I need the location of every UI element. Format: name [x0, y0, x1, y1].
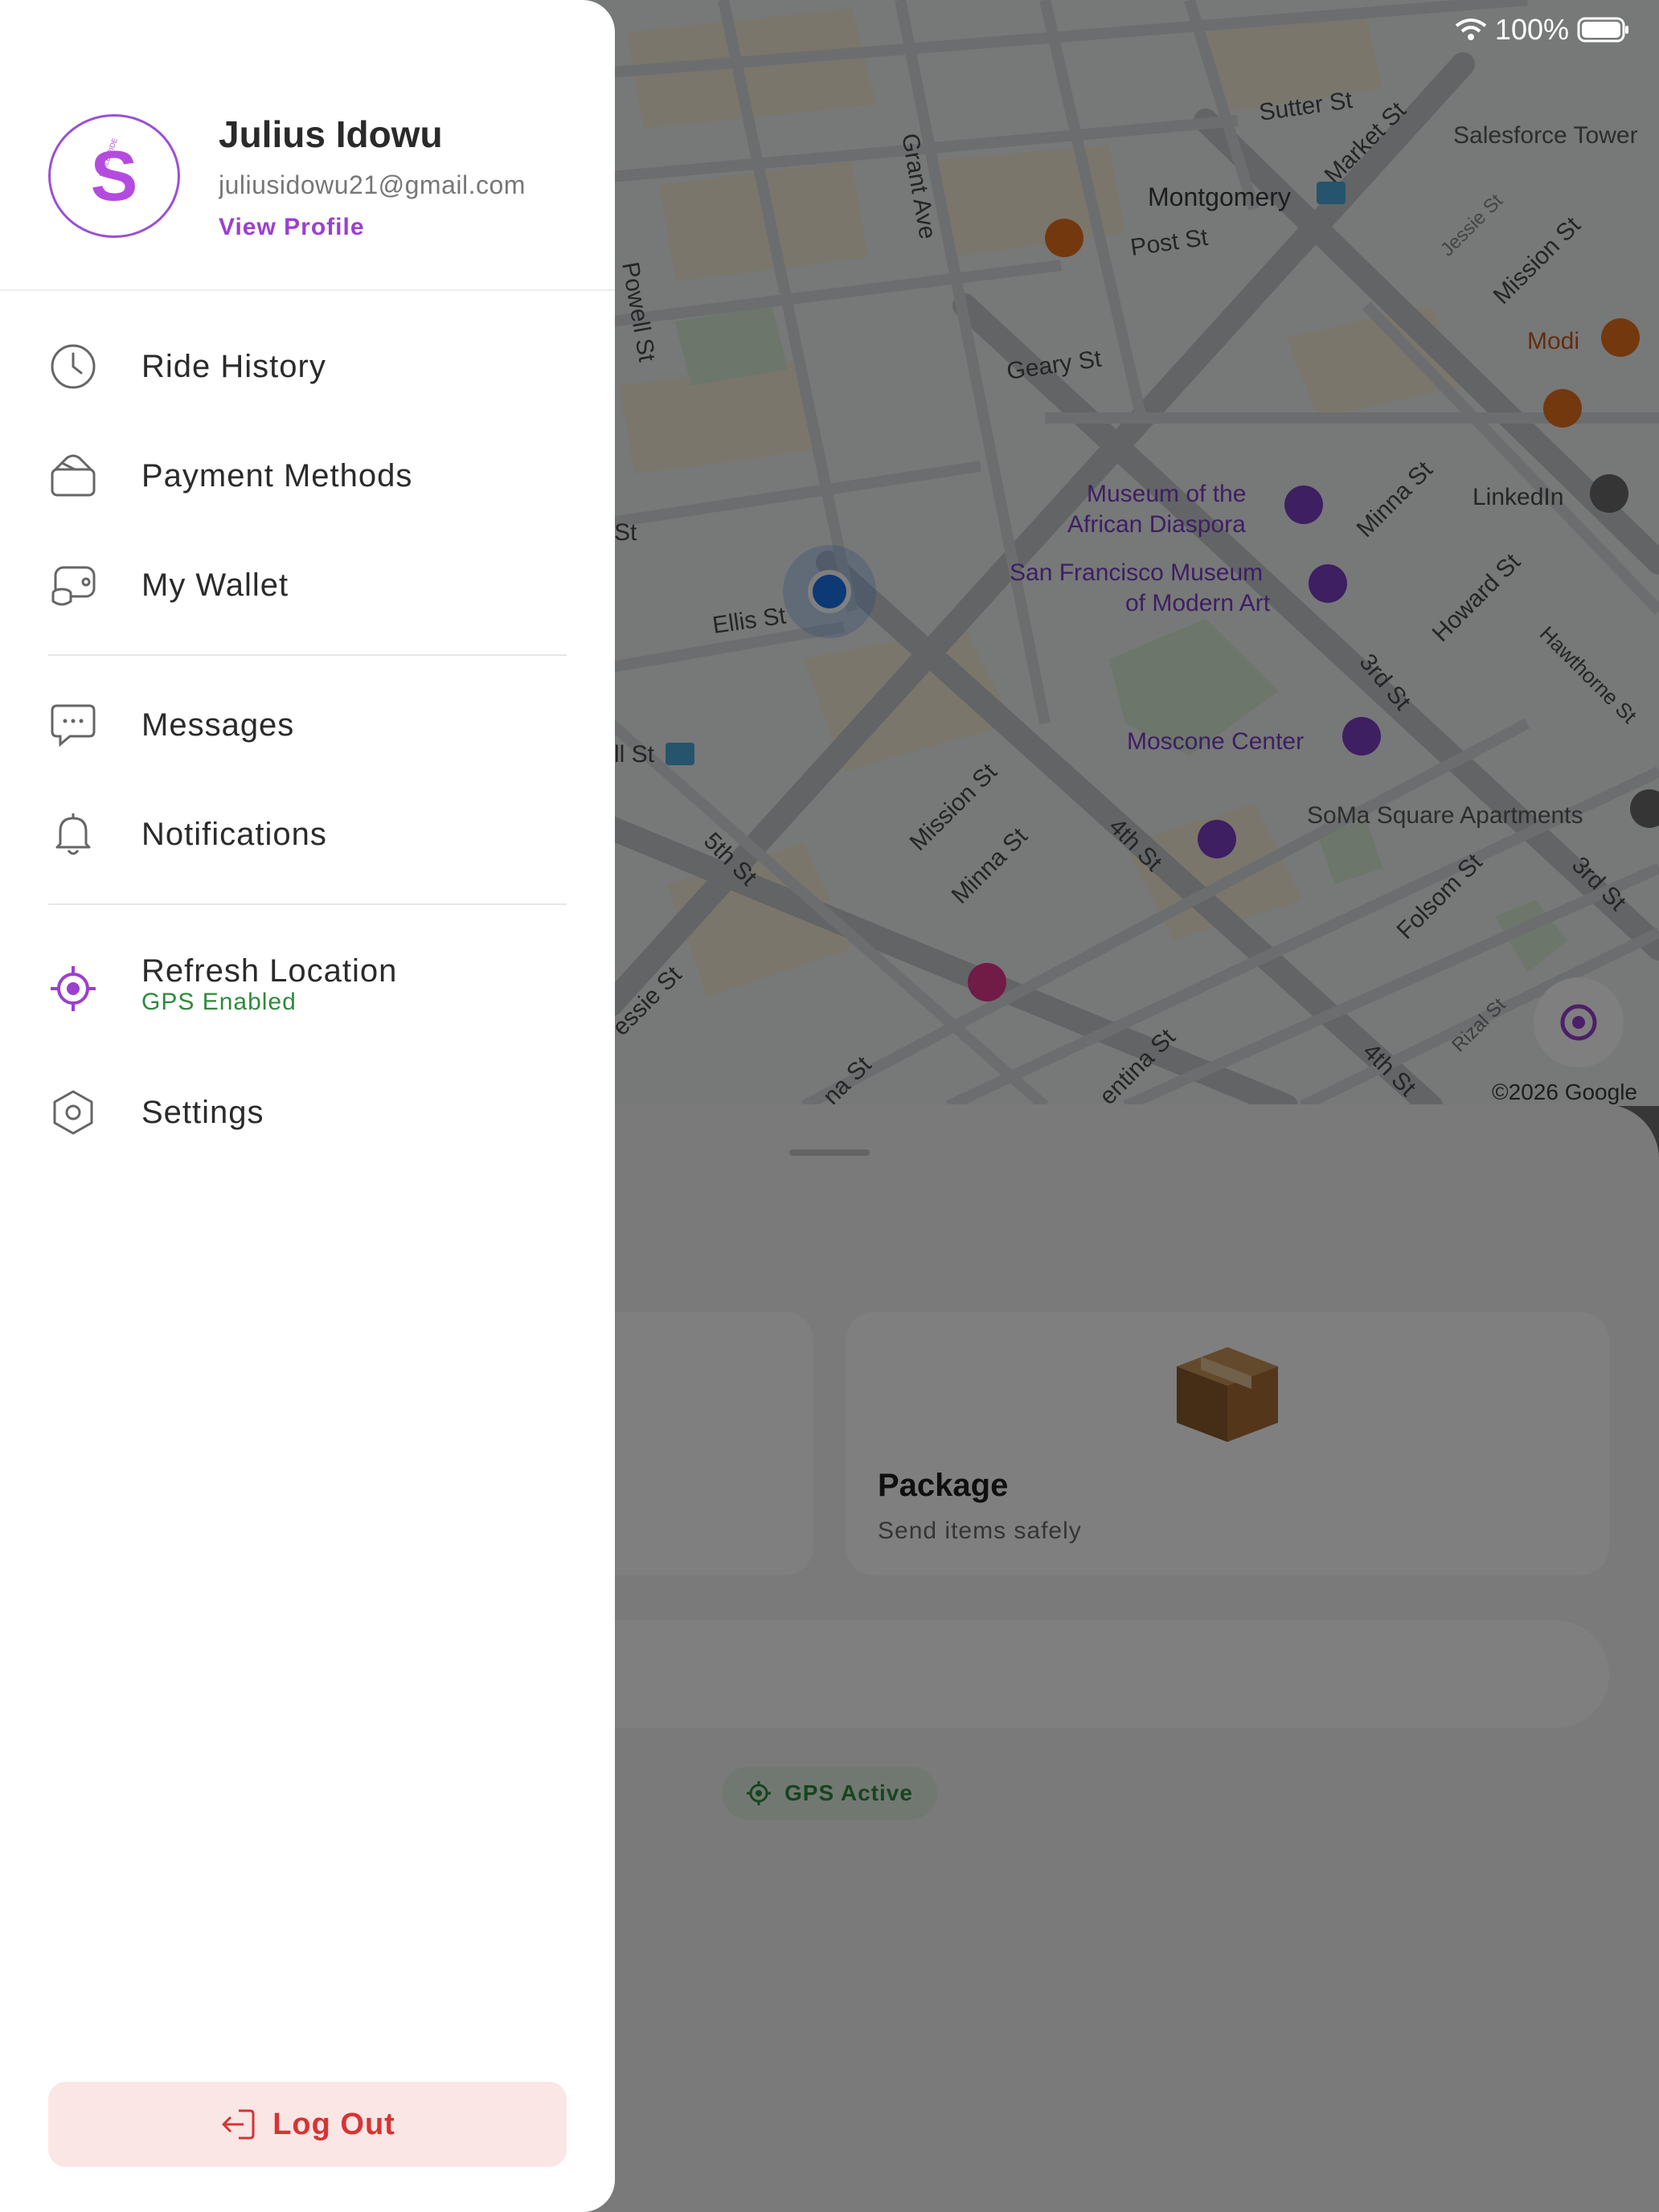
menu-item-label: My Wallet [141, 567, 289, 603]
wifi-icon [1455, 18, 1487, 40]
clock-icon [51, 344, 96, 389]
menu-item-label: Settings [141, 1094, 264, 1130]
logout-button[interactable]: Log Out [48, 2082, 567, 2167]
battery-percent: 100% [1494, 13, 1569, 46]
menu-item-refresh-location[interactable]: Refresh Location GPS Enabled [48, 932, 567, 1045]
avatar-letter: S [90, 136, 138, 215]
menu-item-my-wallet[interactable]: My Wallet [48, 545, 567, 625]
view-profile-link[interactable]: View Profile [219, 214, 365, 241]
chat-icon [51, 704, 96, 748]
menu-divider [48, 654, 567, 656]
bell-icon [55, 813, 91, 855]
menu-item-label: Payment Methods [141, 457, 413, 494]
gps-enabled-status: GPS Enabled [141, 989, 297, 1015]
settings-icon [53, 1090, 93, 1135]
wallet-card-icon [51, 454, 96, 497]
menu-item-settings[interactable]: Settings [48, 1072, 567, 1153]
header-divider [0, 289, 615, 291]
menu-item-ride-history[interactable]: Ride History [48, 326, 567, 407]
crosshair-icon [51, 966, 96, 1011]
menu-item-label: Messages [141, 707, 295, 743]
navigation-drawer: S SMILE RIDE Julius Idowu juliusidowu21@… [0, 0, 615, 2212]
menu-item-label: Ride History [141, 348, 326, 384]
user-email: juliusidowu21@gmail.com [219, 170, 526, 199]
logout-label: Log Out [272, 2107, 395, 2141]
menu-item-payment-methods[interactable]: Payment Methods [48, 436, 567, 516]
coins-icon [51, 566, 96, 606]
avatar[interactable]: S SMILE RIDE [48, 114, 180, 238]
status-bar: 100% [1455, 13, 1630, 47]
battery-icon [1577, 17, 1628, 43]
menu-item-label: Refresh Location [141, 953, 398, 989]
logout-icon [222, 2109, 255, 2140]
menu-item-messages[interactable]: Messages [48, 685, 567, 765]
menu-item-notifications[interactable]: Notifications [48, 794, 567, 875]
user-name: Julius Idowu [219, 113, 443, 155]
menu-item-label: Notifications [141, 816, 327, 852]
menu-divider [48, 903, 567, 905]
